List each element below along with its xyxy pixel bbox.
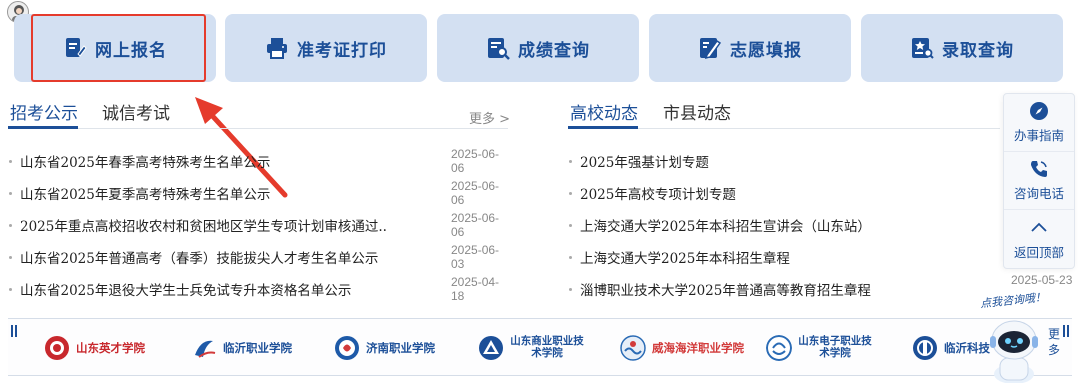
- back-to-top-button[interactable]: 返回顶部: [1004, 210, 1074, 268]
- chevron-up-icon: [1031, 222, 1047, 232]
- online-registration-label: 网上报名: [95, 40, 167, 61]
- assistant-robot-icon[interactable]: [986, 312, 1042, 383]
- school-logo-shandong-yingcai[interactable]: 山东英才学院: [44, 333, 145, 363]
- linyi-tech-logo-icon: [913, 336, 937, 360]
- news-date: 2025-06-06: [451, 179, 500, 207]
- news-title: 2025年高校专项计划专题: [580, 187, 736, 203]
- school-name: 威海海洋职业学院: [652, 340, 744, 355]
- right-tab-underline: [568, 126, 638, 129]
- news-date: 2025-06-06: [451, 147, 500, 175]
- left-tab-underline: [8, 126, 78, 129]
- yingcai-logo-icon: [45, 336, 69, 360]
- admission-query-button[interactable]: 录取查询: [861, 14, 1063, 82]
- score-query-label: 成绩查询: [518, 40, 590, 61]
- school-name: 临沂职业学院: [223, 340, 292, 355]
- service-guide-button[interactable]: 办事指南: [1004, 94, 1074, 152]
- news-date: 2025-06-06: [451, 211, 500, 239]
- service-guide-label: 办事指南: [1013, 128, 1064, 143]
- weihai-logo-icon: [620, 335, 646, 361]
- floating-side-panel: 办事指南 咨询电话 返回顶部: [1003, 93, 1075, 269]
- school-logo-jinan-vocational[interactable]: 济南职业学院: [334, 333, 435, 363]
- more-link[interactable]: 更多 >: [469, 108, 510, 127]
- application-filling-button[interactable]: 志愿填报: [649, 14, 851, 82]
- school-logo-shandong-business[interactable]: 山东商业职业技术学院: [478, 333, 584, 363]
- list-item[interactable]: 上海交通大学2025年本科招生宣讲会（山东站）: [569, 209, 1000, 241]
- admission-ticket-print-label: 准考证打印: [297, 40, 387, 61]
- linyi-logo-icon: [195, 340, 216, 358]
- school-name: 临沂科技: [944, 340, 990, 355]
- score-query-button[interactable]: 成绩查询: [437, 14, 639, 82]
- school-name: 山东英才学院: [76, 340, 145, 355]
- tab-university-news[interactable]: 高校动态: [570, 99, 638, 124]
- tab-city-county-news[interactable]: 市县动态: [663, 99, 731, 124]
- school-name: 济南职业学院: [366, 340, 435, 355]
- left-news-list: 山东省2025年春季高考特殊考生名单公示 2025-06-06 山东省2025年夏…: [9, 145, 510, 305]
- online-registration-button[interactable]: 网上报名: [14, 14, 216, 82]
- right-news-list: 2025年强基计划专题 2025年高校专项计划专题 上海交通大学2025年本科招…: [569, 145, 1000, 305]
- banner-more-link[interactable]: 更多: [1044, 327, 1064, 358]
- list-item[interactable]: 山东省2025年普通高考（春季）技能拔尖人才考生名单公示 2025-06-03: [9, 241, 510, 273]
- edit-document-icon: [66, 38, 87, 57]
- form-pen-icon: [700, 38, 722, 60]
- list-item[interactable]: 山东省2025年春季高考特殊考生名单公示 2025-06-06: [9, 145, 510, 177]
- application-filling-label: 志愿填报: [730, 40, 802, 61]
- list-item[interactable]: 2025年高校专项计划专题: [569, 177, 1000, 209]
- phone-icon: [1031, 161, 1047, 177]
- tab-admission-announcements[interactable]: 招考公示: [10, 99, 78, 124]
- news-title: 山东省2025年退役大学生士兵免试专升本资格名单公示: [20, 283, 352, 299]
- news-date: 2025-06-03: [451, 243, 500, 271]
- jinan-logo-icon: [335, 336, 359, 360]
- tab-integrity-exam[interactable]: 诚信考试: [102, 99, 170, 124]
- banner-left-arrow-icon[interactable]: [10, 325, 20, 337]
- list-item[interactable]: 2025年重点高校招收农村和贫困地区学生专项计划审核通过.. 2025-06-06: [9, 209, 510, 241]
- consult-phone-button[interactable]: 咨询电话: [1004, 152, 1074, 210]
- consult-phone-label: 咨询电话: [1013, 186, 1064, 201]
- banner-right-arrow-icon[interactable]: [1062, 325, 1072, 337]
- printer-icon: [267, 38, 287, 59]
- admission-ticket-print-button[interactable]: 准考证打印: [225, 14, 427, 82]
- school-name: 山东商业职业技术学院: [510, 335, 584, 359]
- news-title: 上海交通大学2025年本科招生章程: [580, 251, 790, 267]
- school-logo-shandong-electronics[interactable]: 山东电子职业技术学院: [766, 333, 872, 363]
- notice-search-icon: [912, 38, 934, 59]
- school-logo-weihai-ocean[interactable]: 威海海洋职业学院: [620, 333, 744, 363]
- news-title: 2025年重点高校招收农村和贫困地区学生专项计划审核通过..: [20, 219, 387, 235]
- back-to-top-label: 返回顶部: [1013, 244, 1064, 260]
- admission-query-label: 录取查询: [942, 40, 1014, 61]
- list-item[interactable]: 上海交通大学2025年本科招生章程: [569, 241, 1000, 273]
- search-document-icon: [488, 38, 510, 60]
- list-item[interactable]: 淄博职业技术大学2025年普通高等教育招生章程: [569, 273, 1000, 305]
- school-name: 山东电子职业技术学院: [798, 335, 872, 359]
- news-title: 山东省2025年普通高考（春季）技能拔尖人才考生名单公示: [20, 251, 379, 267]
- news-title: 山东省2025年春季高考特殊考生名单公示: [20, 155, 271, 171]
- compass-icon: [1030, 102, 1048, 120]
- news-date: 2025-04-18: [451, 275, 500, 303]
- school-logo-banner: 山东英才学院 临沂职业学院 济南职业学院 山东商业职业技术学院 威海海洋职业学院…: [8, 318, 1072, 376]
- electronics-logo-icon: [766, 335, 792, 361]
- news-title: 山东省2025年夏季高考特殊考生名单公示: [20, 187, 271, 203]
- school-logo-linyi-vocational[interactable]: 临沂职业学院: [191, 333, 292, 363]
- list-item[interactable]: 山东省2025年退役大学生士兵免试专升本资格名单公示 2025-04-18: [9, 273, 510, 305]
- list-item[interactable]: 山东省2025年夏季高考特殊考生名单公示 2025-06-06: [9, 177, 510, 209]
- news-title: 淄博职业技术大学2025年普通高等教育招生章程: [580, 283, 871, 299]
- school-logo-linyi-tech[interactable]: 临沂科技: [912, 333, 990, 363]
- left-divider: [8, 128, 508, 129]
- news-date: 2025-05-23: [1011, 273, 1073, 287]
- list-item[interactable]: 2025年强基计划专题: [569, 145, 1000, 177]
- news-title: 上海交通大学2025年本科招生宣讲会（山东站）: [580, 219, 871, 235]
- news-title: 2025年强基计划专题: [580, 155, 709, 171]
- business-logo-icon: [479, 336, 503, 360]
